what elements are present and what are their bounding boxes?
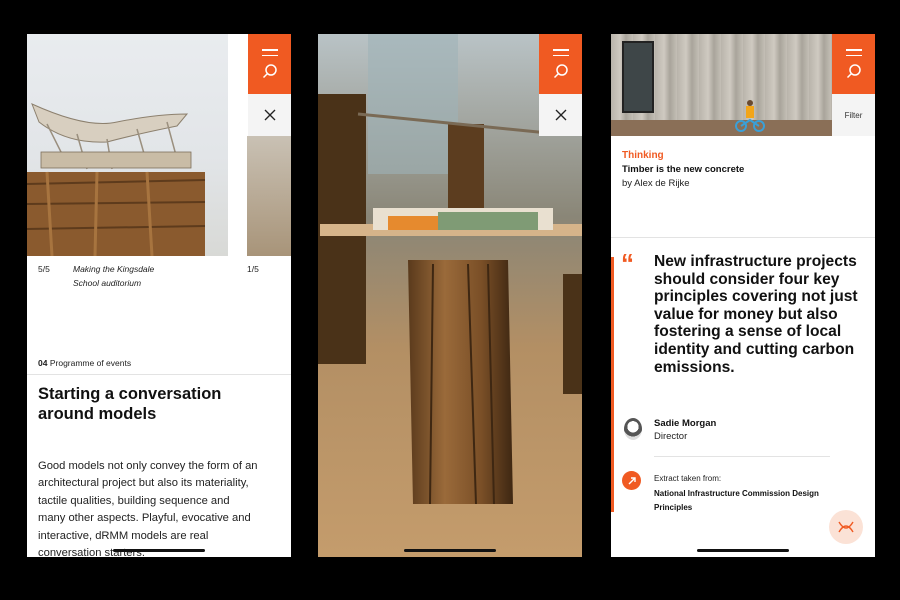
divider — [611, 237, 875, 238]
home-indicator[interactable] — [113, 549, 205, 552]
close-button[interactable] — [539, 94, 582, 136]
divider — [654, 456, 830, 457]
quote-accent-bar — [611, 257, 614, 512]
menu-search-panel[interactable] — [832, 34, 875, 94]
slide-caption-line2: School auditorium — [73, 278, 142, 288]
page-title: Starting a conversation around models — [38, 385, 222, 423]
drmm-logo-button[interactable] — [829, 510, 863, 544]
close-icon — [264, 109, 275, 121]
hamburger-icon[interactable] — [845, 49, 862, 56]
pull-quote: New infrastructure projects should consi… — [654, 253, 858, 376]
next-slide-photo[interactable] — [247, 136, 291, 256]
slide-caption-line1: Making the Kingsdale — [73, 264, 155, 274]
person-role: Director — [654, 431, 688, 442]
slide-counter: 5/5 — [38, 264, 50, 274]
section-number: 04 — [38, 358, 48, 368]
phone-screen-photo — [318, 34, 582, 557]
drmm-logo-icon — [838, 521, 854, 533]
section-label: 04 Programme of events — [38, 358, 131, 368]
body-text: Good models not only convey the form of … — [38, 460, 258, 557]
model-illustration — [27, 103, 206, 256]
source-title[interactable]: National Infrastructure Commission Desig… — [654, 487, 854, 515]
divider — [27, 374, 291, 375]
source-link-button[interactable] — [622, 471, 641, 490]
source-label: Extract taken from: — [654, 474, 722, 483]
menu-search-panel[interactable] — [248, 34, 291, 94]
timber-wall-photo[interactable] — [611, 34, 832, 136]
close-button[interactable] — [248, 94, 291, 136]
model-photo-kingsdale[interactable] — [27, 34, 228, 256]
person-name: Sadie Morgan — [654, 418, 717, 429]
hamburger-icon[interactable] — [552, 49, 569, 56]
hamburger-icon[interactable] — [261, 49, 278, 56]
home-indicator[interactable] — [404, 549, 496, 552]
avatar — [624, 418, 642, 440]
filter-button[interactable]: Filter — [832, 94, 875, 136]
search-icon[interactable] — [262, 63, 278, 79]
search-icon[interactable] — [553, 63, 569, 79]
search-icon[interactable] — [846, 63, 862, 79]
category-label[interactable]: Thinking — [622, 150, 664, 161]
timber-wall-illustration — [611, 41, 832, 136]
phone-screen-thinking: Filter Thinking Timber is the new concre… — [611, 34, 875, 557]
article-headline[interactable]: Timber is the new concrete — [622, 164, 744, 175]
close-icon — [555, 109, 566, 121]
home-indicator[interactable] — [697, 549, 789, 552]
article-author: by Alex de Rijke — [622, 178, 690, 189]
quote-mark-icon: “ — [621, 248, 634, 278]
arrow-icon — [628, 476, 636, 484]
menu-search-panel[interactable] — [539, 34, 582, 94]
phone-screen-programme: 5/5 Making the Kingsdale School auditori… — [27, 34, 291, 557]
section-title: Programme of events — [49, 358, 132, 368]
next-slide-counter: 1/5 — [247, 264, 259, 274]
